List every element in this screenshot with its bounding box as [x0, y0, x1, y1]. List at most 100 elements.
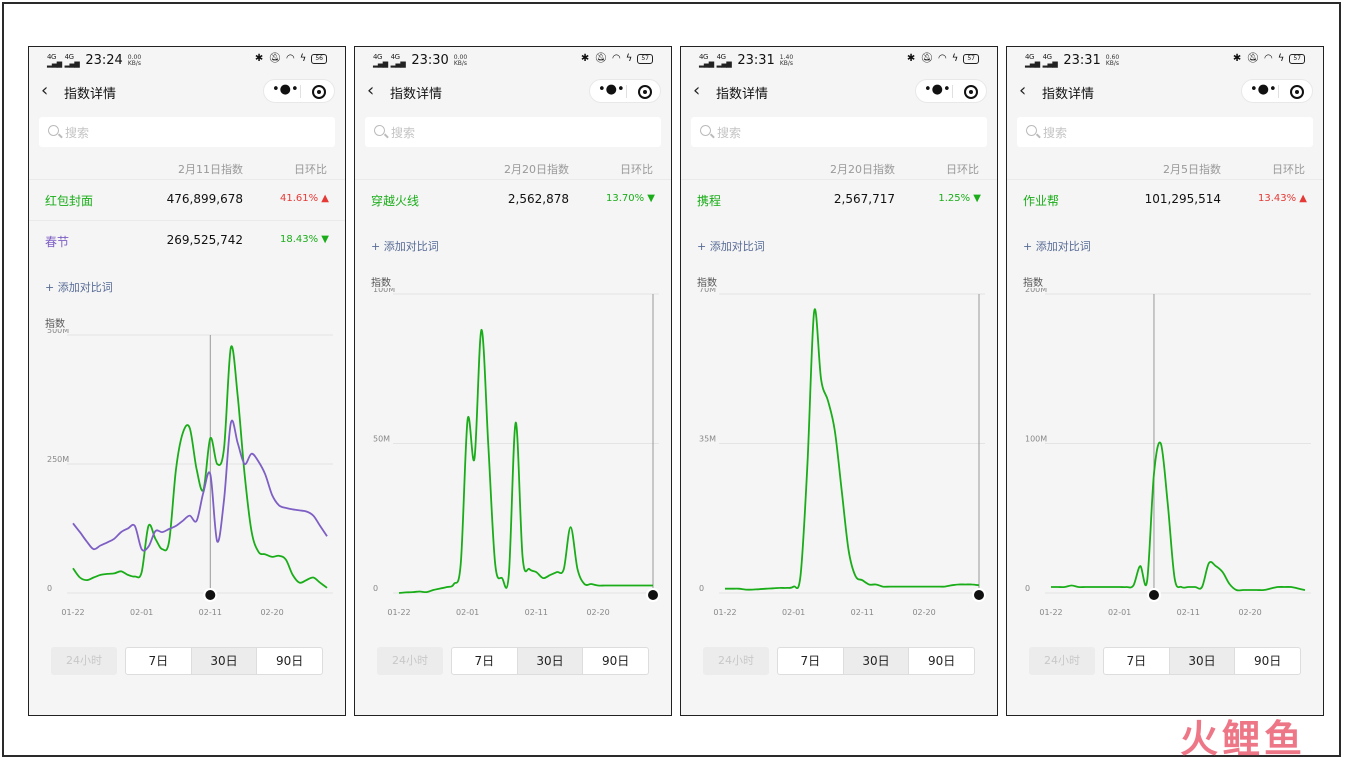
x-tick-label: 02-01 — [456, 608, 479, 617]
network-speed: 1.40 KB/s — [779, 53, 794, 67]
more-menu-icon[interactable]: •●• — [598, 83, 625, 99]
close-miniprogram-icon[interactable] — [964, 85, 978, 99]
back-button[interactable]: ‹ — [1019, 81, 1026, 101]
keyword-index-value: 2,562,878 — [507, 192, 569, 206]
keyword-row[interactable]: 春节 269,525,742 18.43% ▼ — [29, 220, 345, 261]
more-menu-icon[interactable]: •●• — [924, 83, 951, 99]
nav-bar: ‹ 指数详情 •●• — [29, 77, 345, 107]
signal-icon: 4G ▂▄▆ — [47, 52, 62, 68]
phone-screen: 4G ▂▄▆ 4G ▂▄▆ 23:31 1.40 KB/s ✱ 🔕︎ ◠ ϟ 57 ‹… — [680, 46, 998, 716]
search-placeholder: 搜索 — [65, 126, 90, 140]
x-tick-label: 02-20 — [912, 608, 935, 617]
range-30d-button[interactable]: 30日 — [191, 648, 258, 674]
charging-icon: ϟ — [951, 53, 959, 64]
table-header: 2月20日指数 日环比 — [355, 157, 671, 179]
table-header: 2月20日指数 日环比 — [681, 157, 997, 179]
change-rate: 13.43% ▲ — [1257, 193, 1307, 204]
search-icon — [48, 125, 59, 136]
wifi-icon: ◠ — [938, 53, 947, 64]
x-tick-label: 01-22 — [61, 608, 84, 617]
trend-arrow-icon: ▲ — [321, 193, 329, 204]
more-menu-icon[interactable]: •●• — [272, 83, 299, 99]
signal-icon: 4G ▂▄▆ — [716, 52, 732, 68]
x-tick-label: 02-11 — [525, 608, 548, 617]
status-bar: 4G ▂▄▆ 4G ▂▄▆ 23:24 0.00 KB/s ✱ 🔕︎ ◠ ϟ 56 — [29, 47, 345, 73]
cursor-marker — [648, 590, 658, 600]
y-tick-label: 100M — [373, 288, 395, 294]
y-tick-label: 35M — [699, 435, 716, 444]
capsule-divider — [626, 85, 627, 98]
back-button[interactable]: ‹ — [367, 81, 374, 101]
keyword-row[interactable]: 携程 2,567,717 1.25% ▼ — [681, 179, 997, 220]
keyword-row[interactable]: 作业帮 101,295,514 13.43% ▲ — [1007, 179, 1323, 220]
y-axis-title: 指数 — [45, 319, 65, 330]
change-header: 日环比 — [1272, 163, 1305, 176]
close-miniprogram-icon[interactable] — [638, 85, 652, 99]
x-tick-label: 02-20 — [1238, 608, 1261, 617]
range-7d-button[interactable]: 7日 — [452, 648, 518, 674]
add-compare-word-button[interactable]: + 添加对比词 — [371, 238, 439, 254]
series-line — [1051, 441, 1306, 592]
keyword-row[interactable]: 红包封面 476,899,678 41.61% ▲ — [29, 179, 345, 220]
range-90d-button[interactable]: 90日 — [909, 648, 974, 674]
range-7d-button[interactable]: 7日 — [1104, 648, 1170, 674]
range-30d-button[interactable]: 30日 — [1169, 648, 1236, 674]
change-header: 日环比 — [946, 163, 979, 176]
back-button[interactable]: ‹ — [41, 81, 48, 101]
y-axis-title: 指数 — [697, 278, 717, 289]
trend-arrow-icon: ▼ — [973, 193, 981, 204]
capsule-divider — [952, 85, 953, 98]
y-tick-label: 500M — [47, 329, 69, 335]
status-bar: 4G ▂▄▆ 4G ▂▄▆ 23:30 0.00 KB/s ✱ 🔕︎ ◠ ϟ 57 — [355, 47, 671, 73]
add-compare-word-button[interactable]: + 添加对比词 — [45, 279, 113, 295]
cursor-marker — [1148, 590, 1159, 600]
search-input[interactable]: 搜索 — [691, 117, 987, 147]
search-input[interactable]: 搜索 — [39, 117, 335, 147]
status-bar: 4G ▂▄▆ 4G ▂▄▆ 23:31 0.60 KB/s ✱ 🔕︎ ◠ ϟ 57 — [1007, 47, 1323, 73]
status-time: 23:31 — [1063, 53, 1101, 68]
range-24h-button: 24小时 — [377, 647, 443, 675]
range-90d-button[interactable]: 90日 — [583, 648, 648, 674]
bluetooth-icon: ✱ — [1232, 53, 1242, 64]
keyword-name: 作业帮 — [1023, 194, 1060, 208]
close-miniprogram-icon[interactable] — [312, 85, 326, 99]
range-7d-button[interactable]: 7日 — [126, 648, 192, 674]
x-tick-label: 02-11 — [851, 608, 874, 617]
bluetooth-icon: ✱ — [906, 53, 916, 64]
network-speed: 0.00 KB/s — [127, 53, 142, 67]
change-rate: 1.25% ▼ — [938, 193, 981, 204]
range-selector: 24小时 7日 30日 90日 — [1029, 647, 1301, 675]
page-title: 指数详情 — [64, 87, 117, 102]
phone-screen: 4G ▂▄▆ 4G ▂▄▆ 23:31 0.60 KB/s ✱ 🔕︎ ◠ ϟ 57 ‹… — [1006, 46, 1324, 716]
miniprogram-capsule: •●• — [915, 79, 987, 103]
search-placeholder: 搜索 — [717, 126, 742, 140]
keyword-row[interactable]: 穿越火线 2,562,878 13.70% ▼ — [355, 179, 671, 220]
range-selector: 24小时 7日 30日 90日 — [51, 647, 323, 675]
change-rate: 41.61% ▲ — [279, 193, 329, 204]
range-90d-button[interactable]: 90日 — [257, 648, 322, 674]
add-compare-word-button[interactable]: + 添加对比词 — [1023, 238, 1091, 254]
y-tick-label: 100M — [1025, 435, 1047, 444]
date-index-header: 2月20日指数 — [830, 163, 895, 176]
capsule-divider — [300, 85, 301, 98]
range-30d-button[interactable]: 30日 — [843, 648, 910, 674]
more-menu-icon[interactable]: •●• — [1250, 83, 1277, 99]
range-7d-button[interactable]: 7日 — [778, 648, 844, 674]
capsule-divider — [1278, 85, 1279, 98]
add-compare-word-button[interactable]: + 添加对比词 — [697, 238, 765, 254]
back-button[interactable]: ‹ — [693, 81, 700, 101]
range-30d-button[interactable]: 30日 — [517, 648, 584, 674]
range-24h-button: 24小时 — [1029, 647, 1095, 675]
close-miniprogram-icon[interactable] — [1290, 85, 1304, 99]
x-tick-label: 01-22 — [1039, 608, 1062, 617]
signal-icon: 4G ▂▄▆ — [1025, 52, 1040, 68]
range-90d-button[interactable]: 90日 — [1235, 648, 1300, 674]
keyword-index-value: 2,567,717 — [833, 192, 895, 206]
trend-arrow-icon: ▲ — [1299, 193, 1307, 204]
y-tick-label: 50M — [373, 435, 390, 444]
x-tick-label: 01-22 — [713, 608, 736, 617]
search-input[interactable]: 搜索 — [1017, 117, 1313, 147]
search-input[interactable]: 搜索 — [365, 117, 661, 147]
y-tick-label: 0 — [1025, 584, 1030, 593]
cursor-marker — [974, 590, 984, 600]
